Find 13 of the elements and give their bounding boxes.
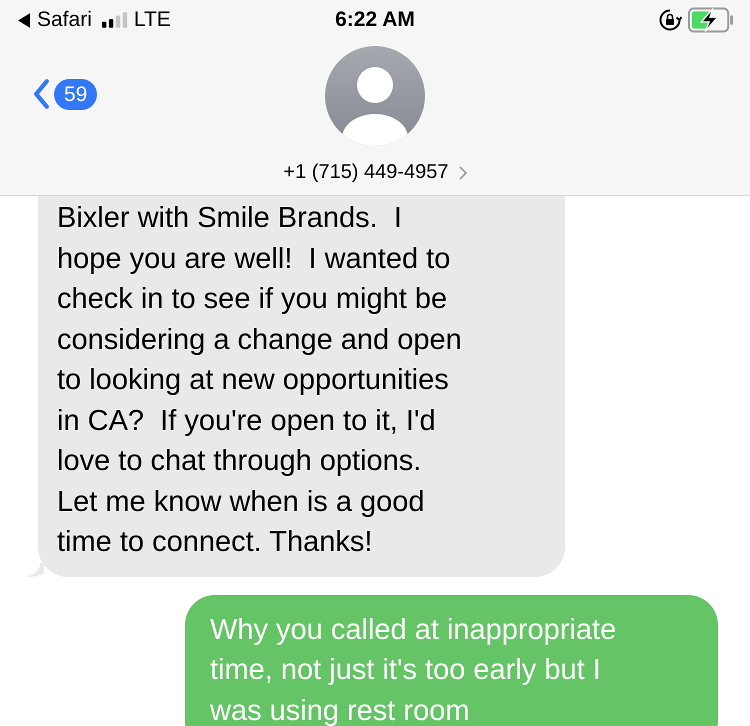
unread-count: 59 xyxy=(54,78,98,110)
avatar-icon[interactable] xyxy=(324,46,425,146)
rotation-lock-icon xyxy=(658,8,682,32)
back-button[interactable]: 59 xyxy=(33,78,98,110)
back-chevron-icon xyxy=(33,78,50,110)
outgoing-message-bubble: Why you called at inappropriate time, not just it's too early but I was using rest room xyxy=(185,594,718,726)
back-app-label[interactable]: Safari xyxy=(37,8,92,32)
contact-number[interactable]: +1 (715) 449-4957 xyxy=(283,161,467,184)
signal-icon xyxy=(102,12,128,28)
network-label: LTE xyxy=(134,8,171,32)
back-arrow-icon xyxy=(18,12,31,28)
chevron-icon xyxy=(458,166,467,180)
clock-time: 6:22 AM xyxy=(335,8,415,32)
